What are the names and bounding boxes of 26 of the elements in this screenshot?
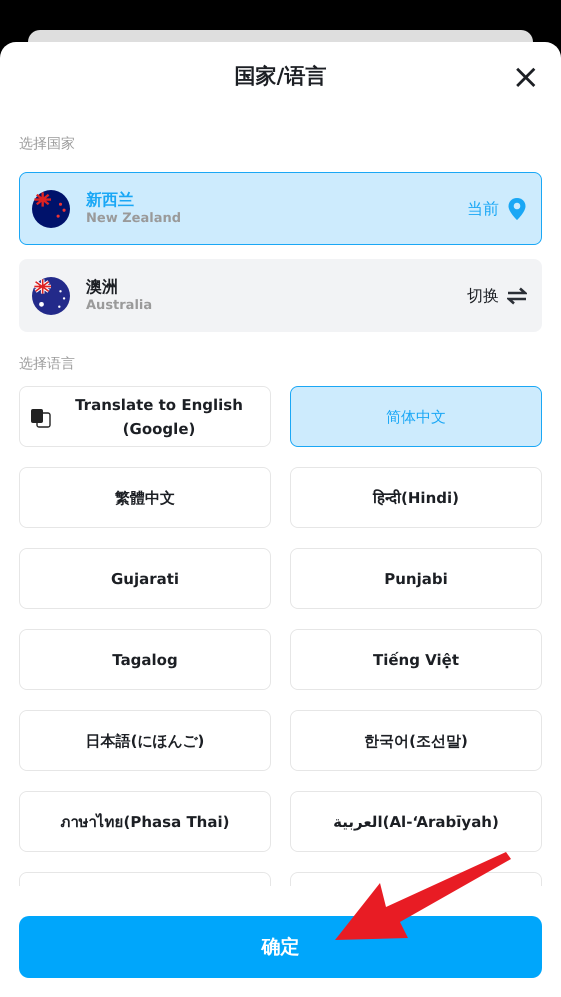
country-english-name: Australia xyxy=(86,297,154,314)
status-label: 当前 xyxy=(467,198,499,220)
section-label: 选择国家 xyxy=(19,135,76,154)
country-name: 新西兰 xyxy=(86,190,135,210)
section-label: 选择语言 xyxy=(19,355,76,374)
language-option[interactable]: ภาษาไทย(Phasa Thai) xyxy=(19,791,271,852)
location-pin-icon xyxy=(507,196,527,220)
language-option[interactable]: हिन्दी(Hindi) xyxy=(290,467,542,528)
language-option[interactable]: Gujarati xyxy=(19,548,271,609)
flag-icon xyxy=(32,190,70,228)
status-label: 切换 xyxy=(467,284,499,306)
language-option[interactable]: 日本語(にほんご) xyxy=(19,710,271,771)
switch-arrows-icon xyxy=(507,286,527,304)
language-option[interactable]: Punjabi xyxy=(290,548,542,609)
flag-icon xyxy=(32,276,70,314)
language-option[interactable]: 繁體中文 xyxy=(19,467,271,528)
language-option[interactable]: Tagalog xyxy=(19,629,271,690)
sheet-title: 国家/语言 xyxy=(234,63,326,90)
country-option[interactable]: 澳洲 Australia 切换 xyxy=(19,259,542,332)
country-name: 澳洲 xyxy=(86,277,119,297)
language-option[interactable]: Tiếng Việt xyxy=(290,629,542,690)
country-english-name: New Zealand xyxy=(86,210,182,227)
language-option[interactable]: Translate to English (Google) xyxy=(19,386,271,447)
close-button[interactable]: × xyxy=(510,62,542,92)
language-option[interactable]: 한국어(조선말) xyxy=(290,710,542,771)
language-option[interactable]: العربية(Al-‘Arabīyah) xyxy=(290,791,542,852)
